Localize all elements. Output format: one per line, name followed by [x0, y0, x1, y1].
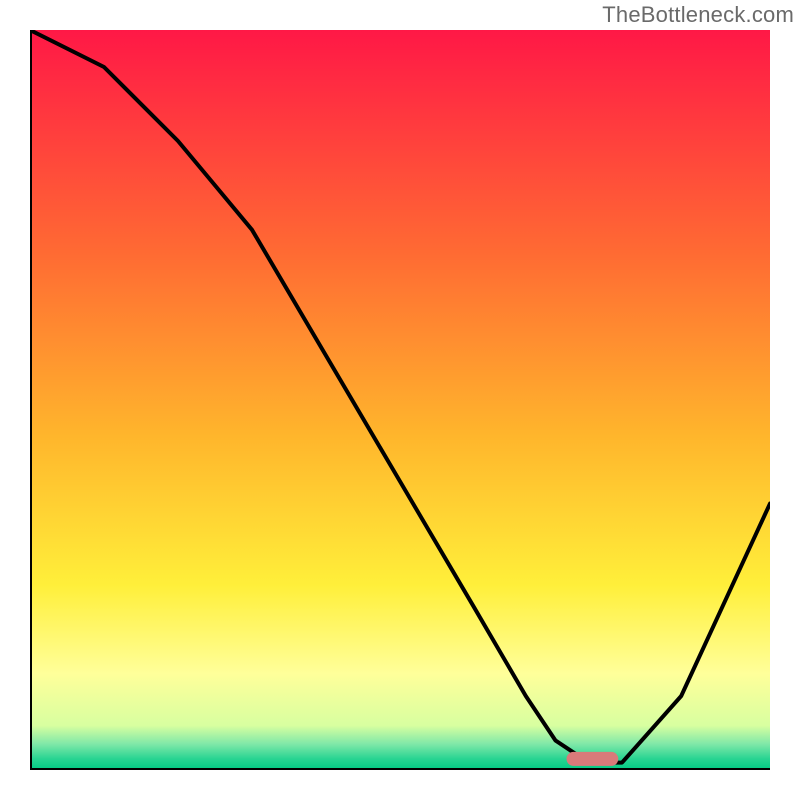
watermark-text: TheBottleneck.com [602, 2, 794, 28]
sweet-spot-marker [567, 752, 619, 766]
plot-area [30, 30, 770, 770]
gradient-background [30, 30, 770, 770]
chart-svg [30, 30, 770, 770]
chart-container: TheBottleneck.com [0, 0, 800, 800]
